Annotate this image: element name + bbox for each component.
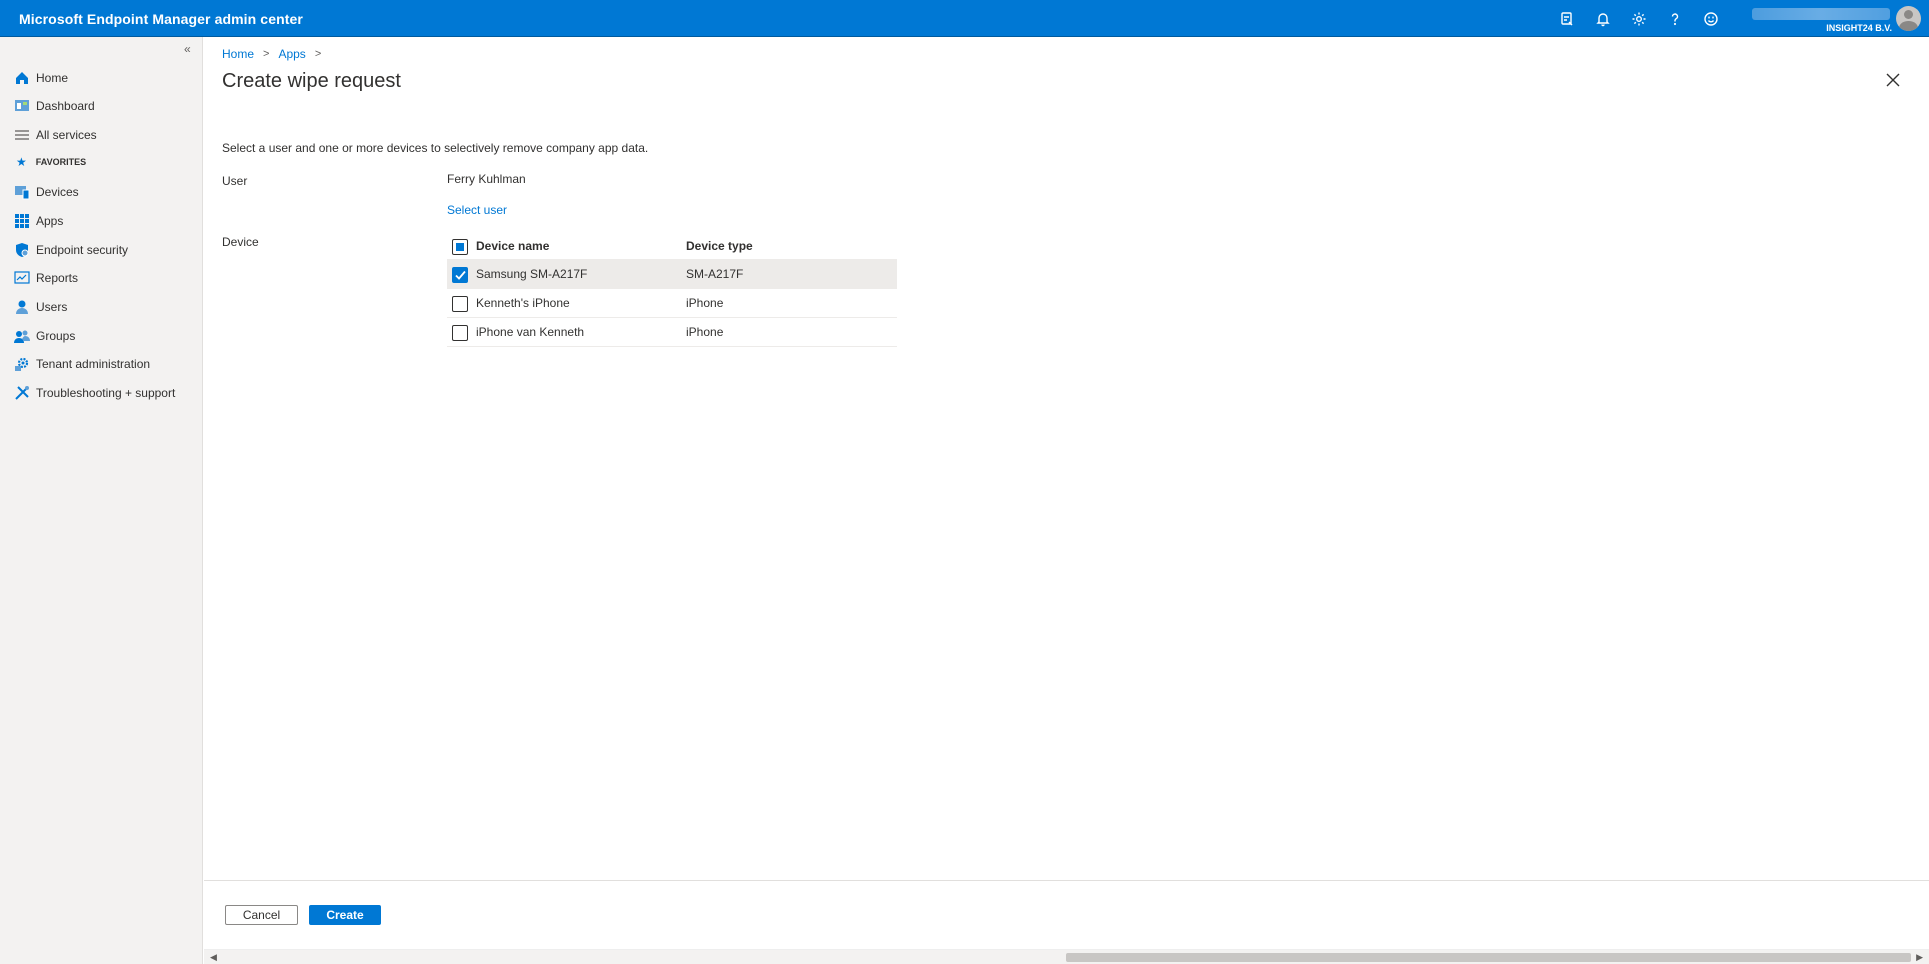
favorites-label: FAVORITES xyxy=(35,157,87,167)
avatar[interactable] xyxy=(1896,6,1921,31)
user-icon xyxy=(14,299,30,315)
sidebar-item-label: Groups xyxy=(36,329,76,343)
sidebar-item-groups[interactable]: Groups xyxy=(14,325,75,347)
smiley-icon[interactable] xyxy=(1700,8,1722,30)
select-all-checkbox[interactable] xyxy=(452,239,468,255)
home-icon xyxy=(14,70,30,86)
sidebar-item-endpoint-security[interactable]: Endpoint security xyxy=(14,239,128,261)
breadcrumb: Home > Apps > xyxy=(222,47,330,61)
device-name-cell: iPhone van Kenneth xyxy=(476,325,585,339)
groups-icon xyxy=(14,328,30,344)
account-name-blurred xyxy=(1752,8,1890,20)
scrollbar-thumb[interactable] xyxy=(1066,953,1911,962)
shield-icon xyxy=(14,242,30,258)
sidebar-item-reports[interactable]: Reports xyxy=(14,267,78,289)
select-user-link[interactable]: Select user xyxy=(447,203,507,217)
sidebar: « Home Dashboard All services ★ FAVORITE… xyxy=(0,37,203,964)
horizontal-scrollbar[interactable]: ◀ ▶ xyxy=(204,949,1929,964)
row-checkbox[interactable] xyxy=(452,267,468,283)
device-type-cell: iPhone xyxy=(686,325,724,339)
intro-text: Select a user and one or more devices to… xyxy=(222,141,649,155)
favorites-header: ★ FAVORITES xyxy=(16,155,86,169)
collapse-sidebar-icon[interactable]: « xyxy=(184,42,191,56)
create-button[interactable]: Create xyxy=(309,905,381,925)
breadcrumb-apps[interactable]: Apps xyxy=(278,47,305,61)
cancel-button[interactable]: Cancel xyxy=(225,905,298,925)
sidebar-item-tenant-administration[interactable]: Tenant administration xyxy=(14,353,150,375)
top-icons xyxy=(1556,8,1722,30)
sidebar-item-home[interactable]: Home xyxy=(14,67,68,89)
top-bar: Microsoft Endpoint Manager admin center … xyxy=(0,0,1929,37)
sidebar-item-label: Tenant administration xyxy=(36,357,151,371)
table-row[interactable]: Kenneth's iPhone iPhone xyxy=(447,289,897,318)
selected-user-name: Ferry Kuhlman xyxy=(447,172,526,186)
table-header: Device name Device type xyxy=(447,232,897,260)
device-label: Device xyxy=(222,235,259,249)
sidebar-item-label: Apps xyxy=(36,214,64,228)
sidebar-item-label: Reports xyxy=(36,271,79,285)
sidebar-item-label: Endpoint security xyxy=(36,243,129,257)
table-row[interactable]: iPhone van Kenneth iPhone xyxy=(447,318,897,347)
list-icon xyxy=(14,127,30,143)
device-type-cell: SM-A217F xyxy=(686,267,744,281)
reports-icon xyxy=(14,270,30,286)
dashboard-icon xyxy=(14,98,30,114)
row-checkbox[interactable] xyxy=(452,325,468,341)
tenant-name: INSIGHT24 B.V. xyxy=(1826,23,1892,33)
scroll-right-icon[interactable]: ▶ xyxy=(1916,952,1923,963)
help-icon[interactable] xyxy=(1664,8,1686,30)
apps-icon xyxy=(14,213,30,229)
device-name-cell: Kenneth's iPhone xyxy=(476,296,570,310)
page-title: Create wipe request xyxy=(222,70,401,92)
sidebar-item-label: Dashboard xyxy=(36,99,95,113)
tools-icon xyxy=(14,385,30,401)
checkmark-icon xyxy=(455,270,466,280)
column-header-device-type[interactable]: Device type xyxy=(686,239,753,253)
close-icon[interactable] xyxy=(1886,73,1906,93)
sidebar-item-apps[interactable]: Apps xyxy=(14,210,63,232)
devices-icon xyxy=(14,184,30,200)
column-header-device-name[interactable]: Device name xyxy=(476,239,549,253)
device-table: Device name Device type Samsung SM-A217F… xyxy=(447,232,897,347)
device-type-cell: iPhone xyxy=(686,296,724,310)
app-title[interactable]: Microsoft Endpoint Manager admin center xyxy=(19,11,303,27)
chevron-right-icon: > xyxy=(314,48,322,60)
star-icon: ★ xyxy=(16,155,27,169)
sidebar-item-troubleshooting[interactable]: Troubleshooting + support xyxy=(14,382,175,404)
user-label: User xyxy=(222,174,248,188)
row-checkbox[interactable] xyxy=(452,296,468,312)
sidebar-item-label: Users xyxy=(36,300,68,314)
tenant-gear-icon xyxy=(14,356,30,372)
sidebar-item-label: Troubleshooting + support xyxy=(36,386,176,400)
device-name-cell: Samsung SM-A217F xyxy=(476,267,588,281)
sidebar-item-dashboard[interactable]: Dashboard xyxy=(14,95,95,117)
account-menu[interactable]: INSIGHT24 B.V. xyxy=(1752,6,1892,34)
breadcrumb-home[interactable]: Home xyxy=(222,47,254,61)
bell-icon[interactable] xyxy=(1592,8,1614,30)
footer-actions: Cancel Create xyxy=(204,880,1929,952)
sidebar-item-all-services[interactable]: All services xyxy=(14,124,97,146)
gear-icon[interactable] xyxy=(1628,8,1650,30)
sidebar-item-label: All services xyxy=(36,128,97,142)
sidebar-item-users[interactable]: Users xyxy=(14,296,67,318)
scroll-left-icon[interactable]: ◀ xyxy=(210,952,217,963)
table-row[interactable]: Samsung SM-A217F SM-A217F xyxy=(447,260,897,289)
sidebar-item-devices[interactable]: Devices xyxy=(14,181,79,203)
chevron-right-icon: > xyxy=(263,48,270,60)
sidebar-item-label: Devices xyxy=(36,185,79,199)
sidebar-item-label: Home xyxy=(36,71,69,85)
feedback-device-icon[interactable] xyxy=(1556,8,1578,30)
